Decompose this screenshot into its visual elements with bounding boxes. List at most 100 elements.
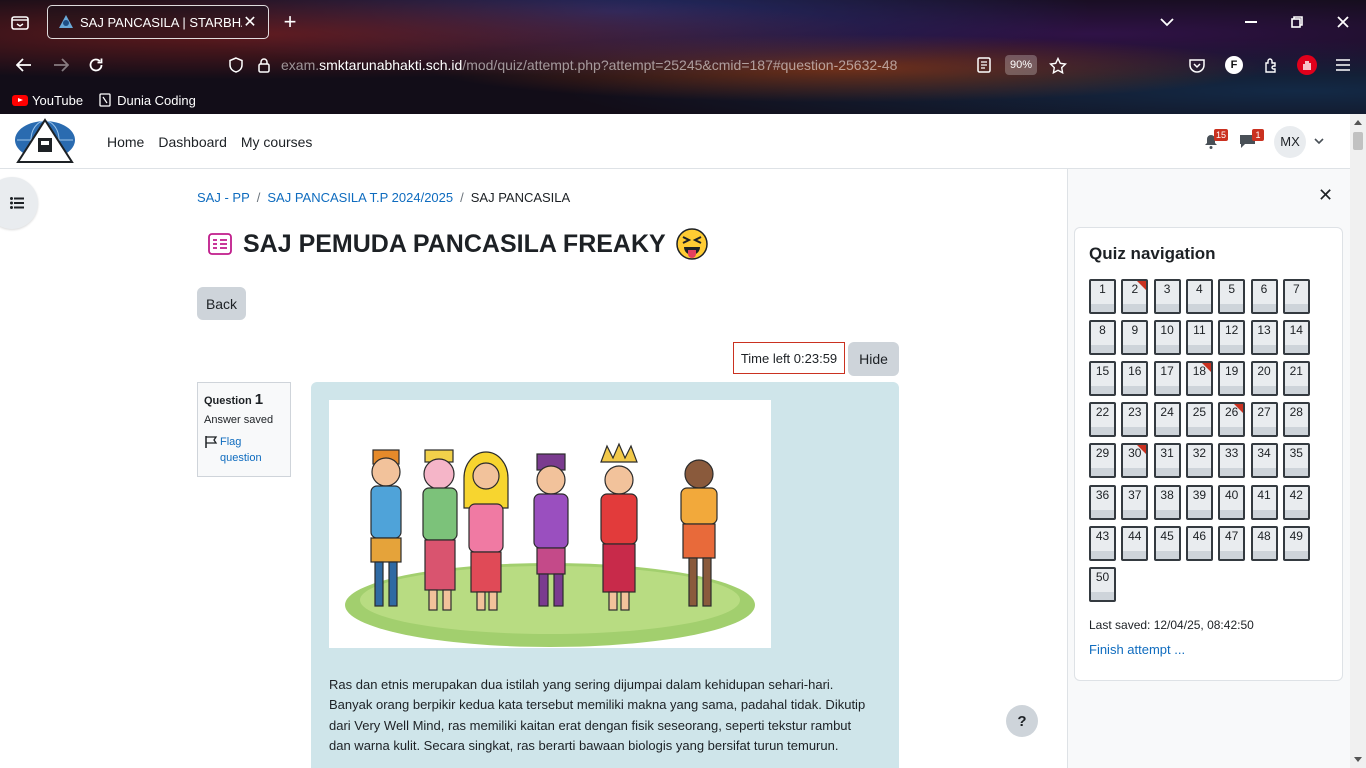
question-button-grid: 1 2 3 4 5 6 7 8 9 10 11 12 13 14 15 16 17 18 19 20 21 22 23 24 2… [1089, 279, 1329, 609]
quiz-nav-question-button[interactable]: 5 [1218, 279, 1246, 314]
quiz-nav-question-button[interactable]: 39 [1185, 484, 1213, 520]
quiz-nav-question-button[interactable]: 22 [1089, 402, 1116, 438]
account-f-icon[interactable]: F [1225, 56, 1243, 74]
quiz-nav-question-button[interactable]: 50 [1089, 566, 1116, 602]
forward-icon[interactable] [51, 56, 71, 74]
back-icon[interactable] [14, 56, 34, 74]
quiz-nav-question-button[interactable]: 34 [1250, 443, 1278, 479]
quiz-nav-question-button[interactable]: 31 [1153, 443, 1181, 479]
window-close-icon[interactable] [1334, 12, 1352, 32]
bookmark-youtube[interactable]: YouTube [12, 93, 83, 108]
tab-close-icon[interactable]: ✕ [242, 12, 258, 32]
new-tab-icon[interactable]: + [281, 9, 299, 34]
breadcrumb-item-course-category[interactable]: SAJ - PP [197, 190, 250, 205]
quiz-nav-question-button[interactable]: 13 [1250, 320, 1278, 356]
bookmark-star-icon[interactable] [1048, 55, 1068, 75]
back-button[interactable]: Back [197, 287, 246, 320]
quiz-nav-question-button[interactable]: 19 [1218, 361, 1246, 397]
restore-icon[interactable] [1288, 12, 1306, 32]
quiz-nav-question-button[interactable]: 1 [1089, 279, 1116, 314]
quiz-nav-question-button[interactable]: 4 [1185, 279, 1213, 314]
quiz-nav-question-button[interactable]: 18 [1185, 361, 1213, 397]
quiz-nav-question-button[interactable]: 32 [1185, 443, 1213, 479]
quiz-nav-question-button[interactable]: 16 [1121, 361, 1149, 397]
reader-view-icon[interactable] [974, 55, 994, 75]
hand-stop-extension-icon[interactable] [1297, 55, 1317, 75]
quiz-nav-question-button[interactable]: 25 [1185, 402, 1213, 438]
quiz-nav-question-button[interactable]: 23 [1121, 402, 1149, 438]
quiz-nav-question-button[interactable]: 8 [1089, 320, 1116, 356]
url-path: /mod/quiz/attempt.php?attempt=25245&cmid… [462, 57, 898, 73]
nav-link-home[interactable]: Home [107, 134, 144, 150]
quiz-nav-question-button[interactable]: 14 [1282, 320, 1310, 356]
scroll-up-arrow-icon[interactable] [1354, 120, 1362, 125]
quiz-nav-question-button[interactable]: 26 [1218, 402, 1246, 438]
quiz-nav-question-button[interactable]: 11 [1185, 320, 1213, 356]
quiz-nav-question-button[interactable]: 40 [1218, 484, 1246, 520]
quiz-nav-question-button[interactable]: 37 [1121, 484, 1149, 520]
scroll-thumb[interactable] [1353, 132, 1363, 150]
quiz-nav-question-button[interactable]: 9 [1121, 320, 1149, 356]
quiz-timer: Time left 0:23:59 [733, 342, 845, 374]
quiz-nav-question-button[interactable]: 48 [1250, 525, 1278, 561]
url-bar[interactable]: exam. smktarunabhakti.sch.id/mod/quiz/att… [217, 47, 1077, 83]
quiz-nav-question-button[interactable]: 7 [1282, 279, 1310, 314]
quiz-nav-question-button[interactable]: 46 [1185, 525, 1213, 561]
notifications-button[interactable]: 15 [1198, 128, 1228, 155]
zoom-level[interactable]: 90% [1005, 55, 1037, 75]
hide-timer-button[interactable]: Hide [848, 342, 899, 376]
quiz-nav-question-button[interactable]: 10 [1153, 320, 1181, 356]
quiz-nav-question-button[interactable]: 20 [1250, 361, 1278, 397]
nav-link-my-courses[interactable]: My courses [241, 134, 313, 150]
school-logo[interactable] [14, 118, 76, 164]
quiz-nav-question-button[interactable]: 44 [1121, 525, 1149, 561]
messages-button[interactable]: 1 [1234, 128, 1264, 155]
quiz-nav-question-button[interactable]: 28 [1282, 402, 1310, 438]
quiz-nav-question-button[interactable]: 29 [1089, 443, 1116, 479]
flag-question-link[interactable]: Flag question [204, 434, 284, 466]
quiz-nav-question-button[interactable]: 38 [1153, 484, 1181, 520]
extensions-icon[interactable] [1261, 55, 1281, 75]
quiz-nav-question-button[interactable]: 21 [1282, 361, 1310, 397]
quiz-nav-question-button[interactable]: 41 [1250, 484, 1278, 520]
quiz-navigation-title: Quiz navigation [1089, 244, 1216, 263]
folder-icon [99, 93, 111, 107]
breadcrumb-item-course[interactable]: SAJ PANCASILA T.P 2024/2025 [267, 190, 453, 205]
quiz-nav-question-button[interactable]: 45 [1153, 525, 1181, 561]
quiz-nav-question-button[interactable]: 27 [1250, 402, 1278, 438]
quiz-nav-question-button[interactable]: 47 [1218, 525, 1246, 561]
quiz-nav-question-button[interactable]: 30 [1121, 443, 1149, 479]
quiz-nav-question-button[interactable]: 3 [1153, 279, 1181, 314]
tab-list-icon[interactable] [10, 12, 30, 32]
quiz-navigation-block: Quiz navigation 1 2 3 4 5 6 7 8 9 10 11 12 13 14 15 16 1… [1074, 227, 1343, 681]
quiz-nav-question-button[interactable]: 35 [1282, 443, 1310, 479]
quiz-nav-question-button[interactable]: 24 [1153, 402, 1181, 438]
help-button[interactable]: ? [1006, 705, 1038, 737]
quiz-nav-question-button[interactable]: 42 [1282, 484, 1310, 520]
nav-link-dashboard[interactable]: Dashboard [158, 134, 227, 150]
course-index-toggle[interactable] [0, 177, 38, 229]
quiz-nav-question-button[interactable]: 43 [1089, 525, 1116, 561]
minimize-icon[interactable] [1242, 12, 1260, 32]
quiz-nav-question-button[interactable]: 6 [1250, 279, 1278, 314]
finish-attempt-link[interactable]: Finish attempt ... [1089, 642, 1185, 657]
quiz-nav-question-button[interactable]: 12 [1218, 320, 1246, 356]
question-text: Ras dan etnis merupakan dua istilah yang… [329, 677, 866, 753]
scroll-down-arrow-icon[interactable] [1354, 757, 1362, 762]
quiz-nav-question-button[interactable]: 15 [1089, 361, 1116, 397]
quiz-nav-question-button[interactable]: 36 [1089, 484, 1116, 520]
list-all-tabs-icon[interactable] [1158, 12, 1176, 32]
reload-icon[interactable] [86, 55, 106, 75]
close-drawer-icon[interactable]: ✕ [1318, 185, 1333, 206]
browser-tab-active[interactable]: SAJ PANCASILA | STARBHAK ✕ [47, 5, 269, 39]
quiz-nav-question-button[interactable]: 49 [1282, 525, 1310, 561]
user-avatar[interactable]: MX [1274, 125, 1306, 158]
quiz-nav-question-button[interactable]: 17 [1153, 361, 1181, 397]
chevron-down-icon[interactable] [1314, 138, 1324, 145]
app-menu-icon[interactable] [1333, 55, 1353, 75]
quiz-nav-question-button[interactable]: 33 [1218, 443, 1246, 479]
page-scrollbar[interactable] [1350, 114, 1366, 768]
quiz-nav-question-button[interactable]: 2 [1121, 279, 1149, 314]
pocket-icon[interactable] [1187, 55, 1207, 75]
bookmark-dunia-coding[interactable]: Dunia Coding [99, 93, 196, 108]
